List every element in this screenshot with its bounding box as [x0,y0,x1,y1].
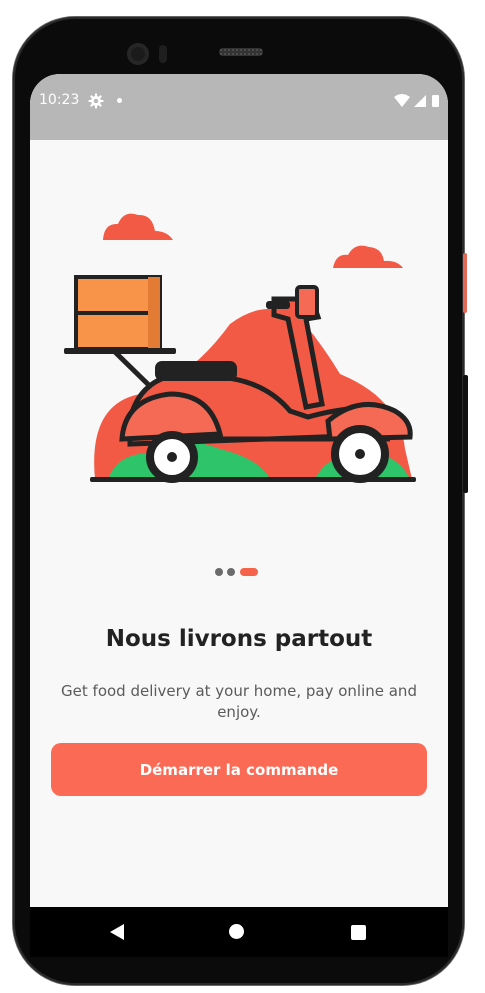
navigation-bar [30,907,448,957]
sensor [159,45,167,63]
status-time: 10:23 [39,92,80,108]
cloud-icon [333,245,403,268]
power-button [463,375,468,493]
cloud-icon [103,213,173,240]
onboarding-subtitle: Get food delivery at your home, pay onli… [61,682,417,721]
app-screen: 10:23 Nous livrons partout Get food deli… [30,74,448,907]
volume-button [463,253,467,313]
start-order-button[interactable]: Démarrer la commande [51,743,427,796]
recents-icon[interactable] [351,925,366,940]
status-icons [394,94,439,107]
back-icon[interactable] [109,923,125,941]
page-indicator [30,568,448,578]
status-bar: 10:23 [30,74,448,140]
front-camera [127,43,149,65]
onboarding-title: Nous livrons partout [105,626,373,652]
page-dot [215,568,223,576]
home-icon[interactable] [229,924,244,939]
signal-icon [414,95,426,107]
page-dot [227,568,235,576]
page-dot-active [240,568,258,576]
delivery-box [74,275,162,351]
battery-icon [432,95,439,107]
notification-dot-icon [117,98,122,103]
earpiece [219,48,263,56]
scooter-illustration [64,213,416,483]
wifi-icon [394,94,410,107]
settings-icon [88,93,104,109]
